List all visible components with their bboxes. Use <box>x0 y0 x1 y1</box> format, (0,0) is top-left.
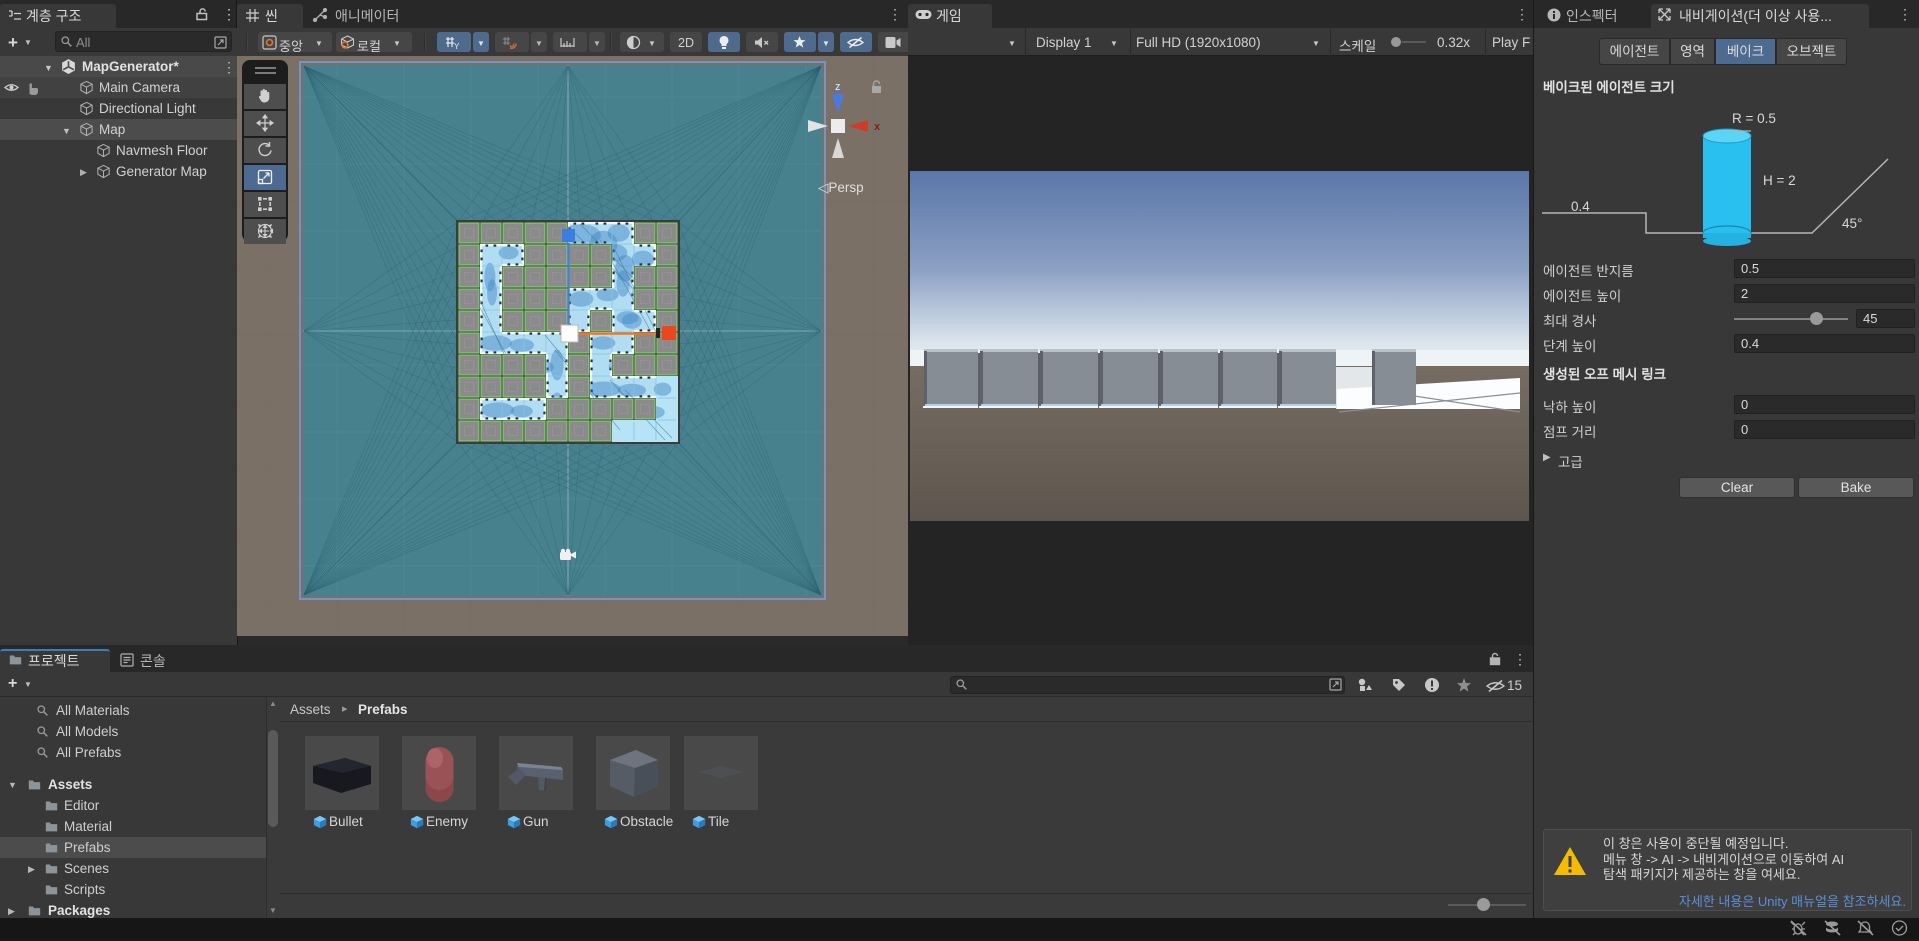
svg-text:0.4: 0.4 <box>1571 199 1590 214</box>
svg-text:Y: Y <box>454 42 459 50</box>
svg-text:45°: 45° <box>1842 216 1862 231</box>
svg-text:z: z <box>835 81 841 93</box>
svg-text:x: x <box>874 121 881 133</box>
svg-text:H = 2: H = 2 <box>1763 173 1796 188</box>
svg-text:◁Persp: ◁Persp <box>818 180 864 195</box>
svg-text:R = 0.5: R = 0.5 <box>1732 111 1776 126</box>
